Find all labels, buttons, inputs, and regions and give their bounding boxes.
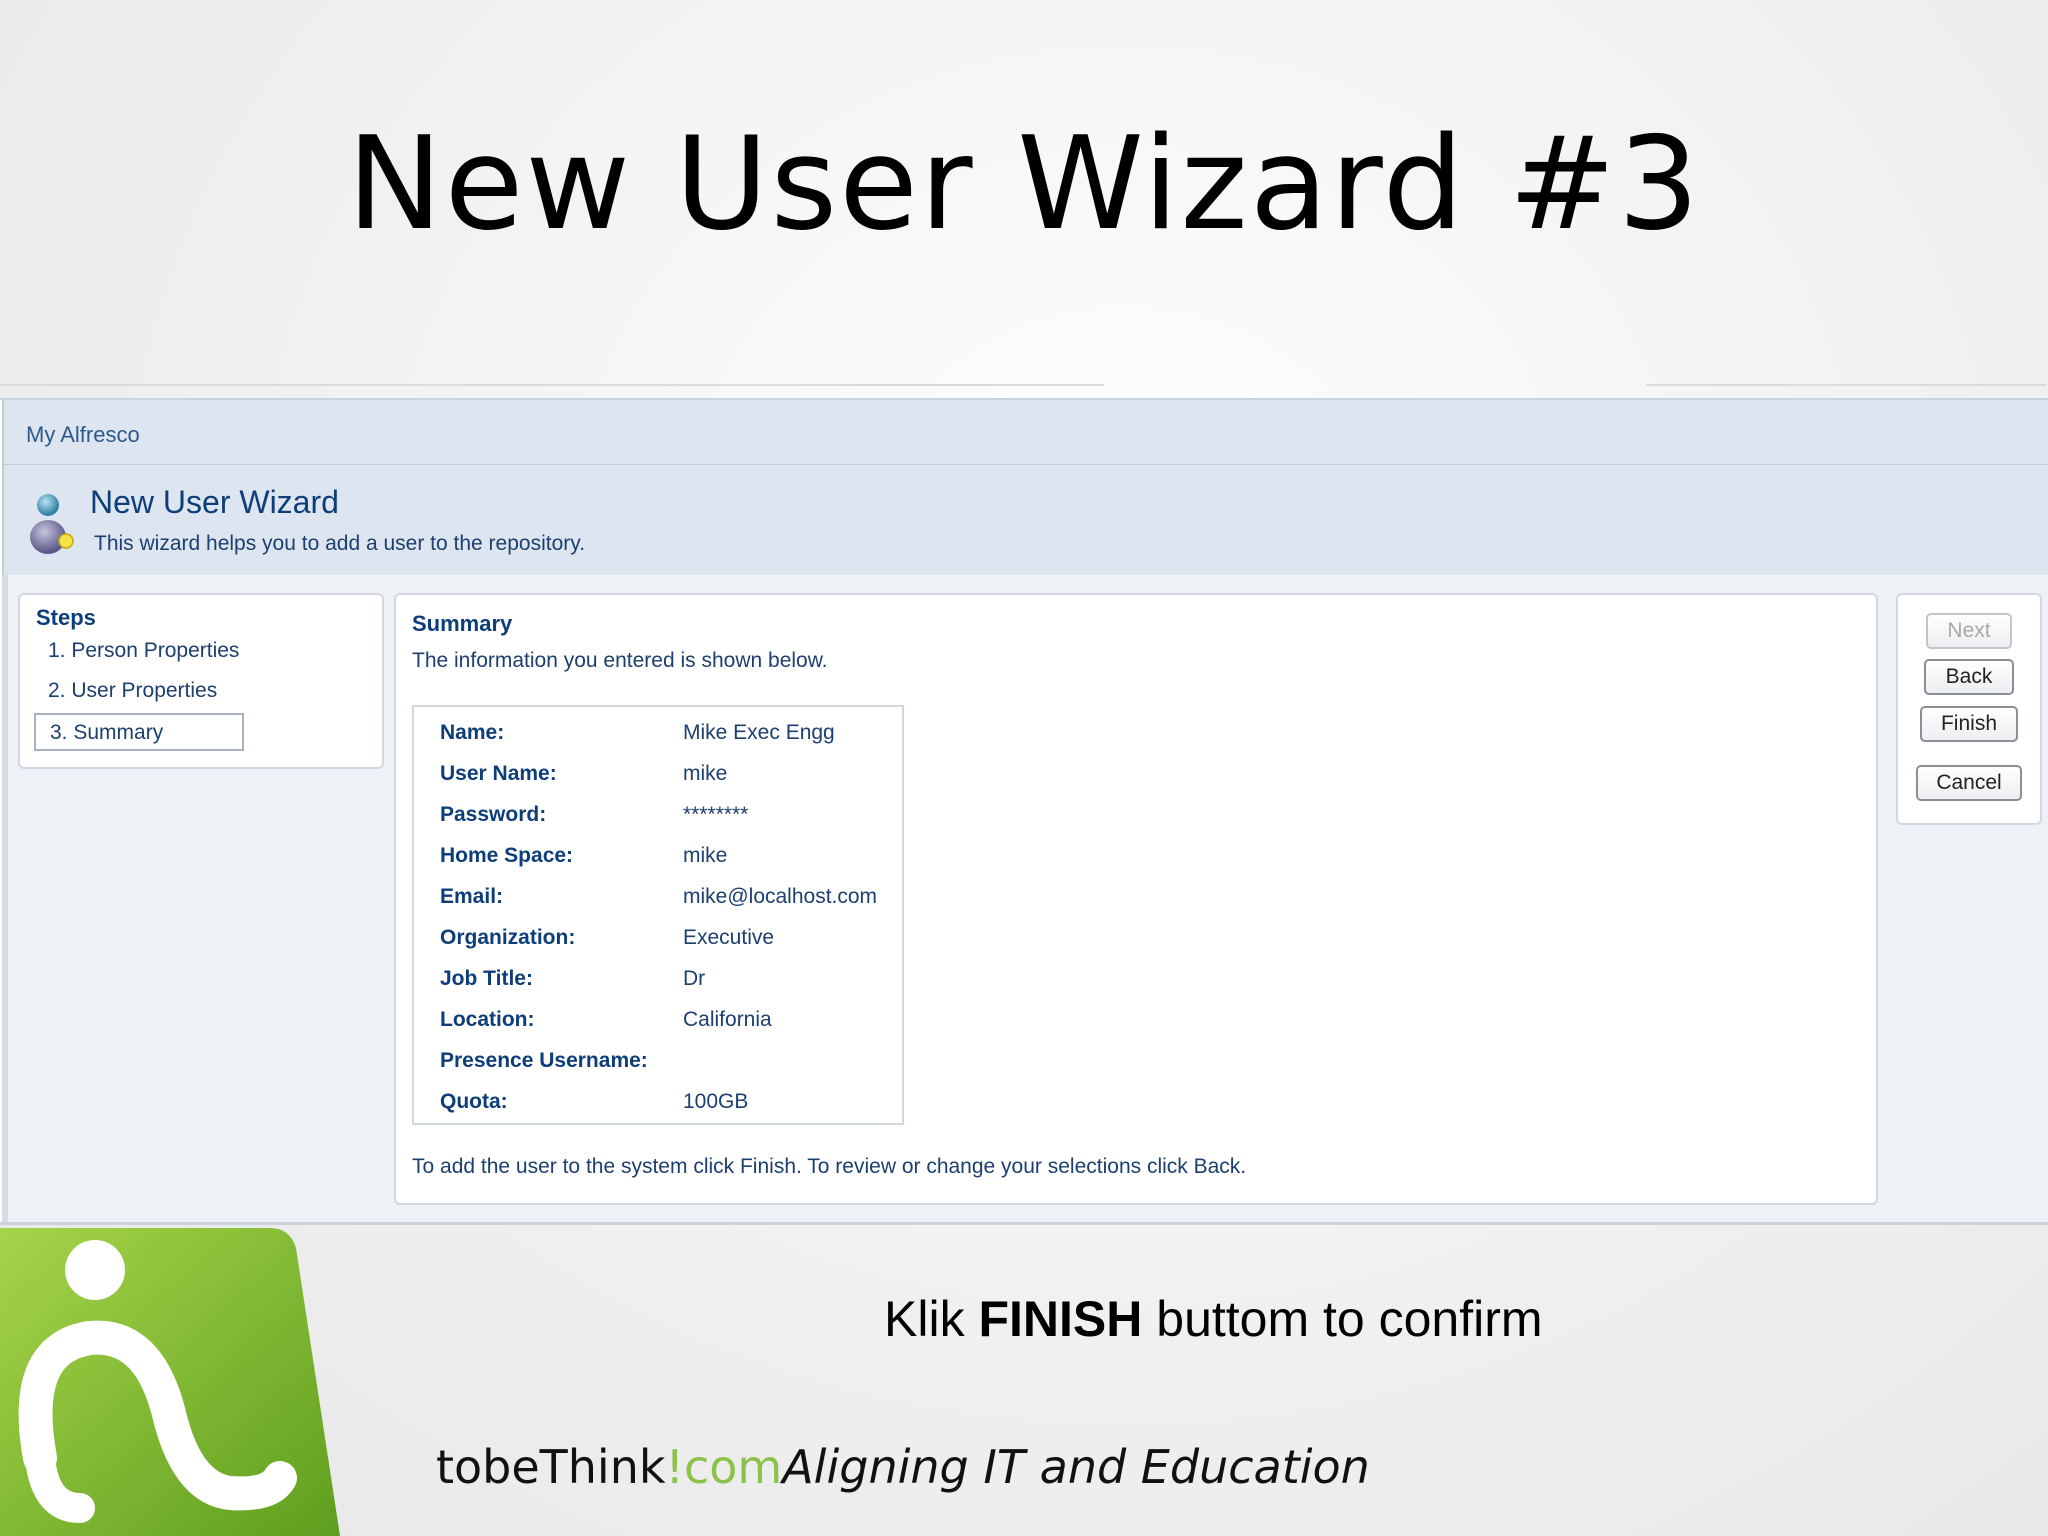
row-label: Home Space: bbox=[440, 844, 574, 867]
row-label: Job Title: bbox=[440, 967, 533, 990]
summary-subtitle: The information you entered is shown bel… bbox=[412, 649, 828, 672]
brand-name: tobeThink bbox=[436, 1440, 666, 1494]
table-row: Job Title: Dr bbox=[440, 967, 900, 997]
step-summary[interactable]: 3. Summary bbox=[34, 713, 244, 751]
caption-suffix: buttom to confirm bbox=[1142, 1291, 1543, 1347]
steps-title: Steps bbox=[36, 605, 96, 630]
table-row: Email: mike@localhost.com bbox=[440, 885, 900, 915]
row-value: Dr bbox=[683, 967, 706, 990]
summary-table: Name: Mike Exec Engg User Name: mike Pas… bbox=[412, 705, 904, 1125]
table-row: Quota: 100GB bbox=[440, 1090, 900, 1120]
row-label: User Name: bbox=[440, 762, 557, 785]
caption-emphasis: FINISH bbox=[978, 1291, 1143, 1347]
caption-prefix: Klik bbox=[884, 1291, 979, 1347]
slide-caption: Klik FINISH buttom to confirm bbox=[884, 1290, 1543, 1348]
step-user-properties[interactable]: 2. User Properties bbox=[48, 679, 217, 703]
table-row: Name: Mike Exec Engg bbox=[440, 721, 900, 751]
summary-footer: To add the user to the system click Fini… bbox=[412, 1155, 1247, 1178]
brand-tld: com bbox=[683, 1440, 783, 1494]
row-label: Email: bbox=[440, 885, 504, 908]
next-button[interactable]: Next bbox=[1926, 613, 2012, 649]
row-label: Password: bbox=[440, 803, 547, 826]
row-value: mike bbox=[683, 762, 728, 785]
cancel-button[interactable]: Cancel bbox=[1916, 765, 2022, 801]
slide-title: New User Wizard #3 bbox=[346, 110, 1702, 259]
summary-panel: Summary The information you entered is s… bbox=[394, 593, 1878, 1205]
finish-button[interactable]: Finish bbox=[1920, 706, 2018, 742]
row-value: 100GB bbox=[683, 1090, 749, 1113]
header-divider bbox=[4, 464, 2048, 465]
page-header: My Alfresco New User Wizard This wizard … bbox=[2, 400, 2048, 575]
wizard-body: Steps 1. Person Properties 2. User Prope… bbox=[2, 575, 2048, 1222]
table-row: Home Space: mike bbox=[440, 844, 900, 874]
table-row: Password: ******** bbox=[440, 803, 900, 833]
brand-mark: ! bbox=[665, 1440, 684, 1494]
divider-right bbox=[1646, 376, 2046, 386]
wizard-title: New User Wizard bbox=[90, 484, 339, 520]
summary-title: Summary bbox=[412, 611, 513, 636]
brand-slogan: Aligning IT and Education bbox=[782, 1440, 1370, 1494]
back-button[interactable]: Back bbox=[1924, 659, 2014, 695]
breadcrumb-my-alfresco[interactable]: My Alfresco bbox=[26, 422, 140, 448]
row-value: California bbox=[683, 1008, 772, 1031]
row-value: ******** bbox=[683, 803, 749, 826]
steps-panel: Steps 1. Person Properties 2. User Prope… bbox=[18, 593, 384, 769]
row-value: mike bbox=[683, 844, 728, 867]
table-row: Organization: Executive bbox=[440, 926, 900, 956]
row-value: mike@localhost.com bbox=[683, 885, 878, 908]
app-screenshot: My Alfresco New User Wizard This wizard … bbox=[0, 398, 2048, 1225]
step-person-properties[interactable]: 1. Person Properties bbox=[48, 639, 239, 663]
divider-left bbox=[0, 376, 1104, 386]
row-label: Presence Username: bbox=[440, 1049, 648, 1072]
actions-panel: Next Back Finish Cancel bbox=[1896, 593, 2042, 825]
table-row: Presence Username: bbox=[440, 1049, 900, 1079]
table-row: Location: California bbox=[440, 1008, 900, 1038]
brand-logo-icon bbox=[0, 1228, 340, 1536]
row-label: Name: bbox=[440, 721, 505, 744]
wizard-subtitle: This wizard helps you to add a user to t… bbox=[94, 532, 586, 555]
brand-wordmark: tobeThink!comAligning IT and Education bbox=[436, 1440, 1370, 1494]
user-icon bbox=[30, 494, 74, 554]
row-value: Mike Exec Engg bbox=[683, 721, 835, 744]
row-label: Organization: bbox=[440, 926, 576, 949]
row-label: Location: bbox=[440, 1008, 535, 1031]
row-label: Quota: bbox=[440, 1090, 508, 1113]
table-row: User Name: mike bbox=[440, 762, 900, 792]
row-value: Executive bbox=[683, 926, 775, 949]
